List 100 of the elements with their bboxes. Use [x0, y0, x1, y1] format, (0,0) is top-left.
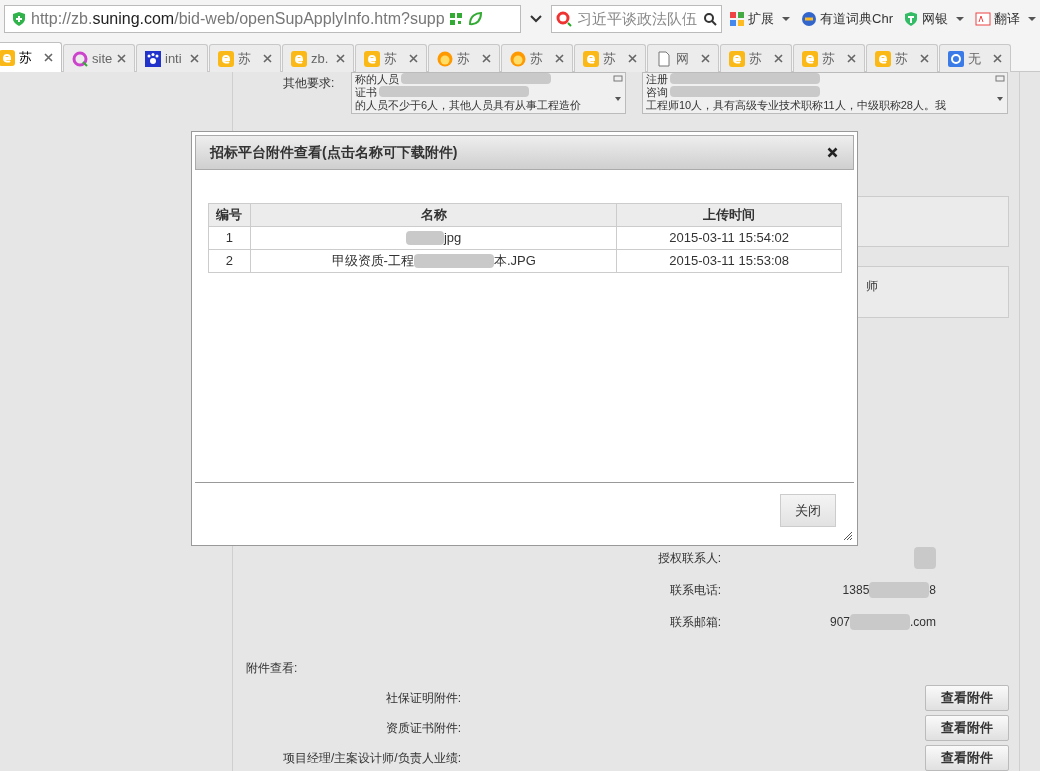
- field-label: 授权联系人:: [656, 550, 721, 567]
- browser-tab[interactable]: 苏: [428, 44, 500, 72]
- leaf-icon: [466, 11, 483, 27]
- close-icon: [190, 54, 199, 63]
- close-button[interactable]: [827, 146, 839, 159]
- search-field[interactable]: 习近平谈政法队伍: [550, 5, 723, 33]
- browser-tab[interactable]: 网: [647, 44, 719, 72]
- toolbar-button[interactable]: 扩展: [726, 5, 795, 33]
- blurred-patch: [850, 614, 910, 630]
- browser-tab[interactable]: 苏: [574, 44, 646, 72]
- browser-tab[interactable]: site: [63, 44, 135, 72]
- browser-e-icon: [364, 50, 380, 67]
- section-title: 附件查看:: [246, 660, 299, 677]
- search-engine-icon: [555, 11, 574, 27]
- close-icon: [628, 54, 637, 63]
- tab-label: 苏: [749, 49, 763, 68]
- browser-tab[interactable]: 苏: [501, 44, 573, 72]
- close-icon: [827, 147, 838, 158]
- file-name-link[interactable]: 甲级资质-工程: [331, 251, 414, 271]
- field-value: .com: [910, 614, 936, 631]
- resize-grip-icon: [843, 531, 853, 541]
- close-icon: [920, 54, 929, 63]
- table-cell: 2015-03-11 15:53:08: [616, 249, 842, 273]
- field-label: 社保证明附件:: [384, 690, 461, 707]
- toolbar-button[interactable]: 有道词典Chr: [798, 5, 896, 33]
- tab-label: 苏: [603, 49, 617, 68]
- view-attachment-button[interactable]: 查看附件: [925, 745, 1009, 771]
- field-value: 8: [929, 582, 936, 599]
- tab-label: 苏: [457, 49, 471, 68]
- browser-tab[interactable]: 苏: [793, 44, 865, 72]
- browser-tab[interactable]: zb.: [282, 44, 354, 72]
- q-logo-icon: [72, 50, 88, 67]
- text-area[interactable]: 注册 咨询 工程师10人，具有高级专业技术职称11人，中级职称28人。我: [642, 72, 1008, 114]
- column-header: 名称: [250, 203, 617, 227]
- table-cell: 1: [208, 226, 251, 250]
- search-icon: [703, 12, 718, 26]
- tab-label: inti: [165, 49, 183, 68]
- file-name-link[interactable]: 本.JPG: [493, 251, 536, 271]
- browser-tab[interactable]: inti: [136, 44, 208, 72]
- browser-tab[interactable]: 苏: [866, 44, 938, 72]
- toolbar-button[interactable]: 网银: [900, 5, 968, 33]
- close-icon: [482, 54, 491, 63]
- qr-code-icon: [448, 12, 463, 26]
- dialog-title: 招标平台附件查看(点击名称可下载附件): [210, 143, 458, 162]
- browser-e-icon: [0, 49, 15, 66]
- text-line: 咨询: [646, 86, 668, 99]
- close-icon: [263, 54, 272, 63]
- field-label: 联系邮箱:: [668, 614, 721, 631]
- browser-e-icon: [291, 50, 307, 67]
- url-text: http://zb.suning.com/bid-web/openSupApplyInfo.htm?supp: [31, 9, 445, 29]
- blurred-patch: [405, 231, 444, 245]
- shield-icon: [11, 11, 27, 27]
- close-icon: [774, 54, 783, 63]
- tab-label: 苏: [238, 49, 252, 68]
- text-line: 工程师10人，具有高级专业技术职称11人，中级职称28人。我: [646, 99, 946, 112]
- grid-icon: [729, 11, 746, 27]
- view-attachment-button[interactable]: 查看附件: [925, 715, 1009, 741]
- file-name-link[interactable]: jpg: [443, 228, 462, 248]
- field-label: 联系电话:: [668, 582, 721, 599]
- close-icon: [409, 54, 418, 63]
- tab-label: 苏: [530, 49, 544, 68]
- page-icon: [656, 50, 672, 67]
- toolbar-button[interactable]: 翻译: [972, 5, 1040, 33]
- browser-e-icon: [218, 50, 234, 67]
- tab-label: site: [92, 49, 113, 68]
- column-header: 编号: [208, 203, 251, 227]
- close-icon: [847, 54, 856, 63]
- close-icon: [701, 54, 710, 63]
- browser-e-icon: [583, 50, 599, 67]
- paw-icon: [145, 50, 161, 67]
- tab-label: 苏: [822, 49, 836, 68]
- tab-label: zb.: [311, 49, 330, 68]
- tab-label: 苏: [384, 49, 398, 68]
- text-line: 注册: [646, 73, 668, 86]
- field-value: 907: [829, 614, 850, 631]
- table-cell: 2015-03-11 15:54:02: [616, 226, 842, 250]
- shield-icon: [903, 11, 919, 27]
- text-area[interactable]: 称的人员 证书 的人员不少于6人，其他人员具有从事工程造价: [351, 72, 626, 114]
- close-icon: [117, 54, 126, 63]
- blurred-patch: [914, 547, 936, 569]
- browser-tab[interactable]: 苏: [209, 44, 281, 72]
- browser-tab[interactable]: 苏: [720, 44, 792, 72]
- browser-e-icon: [802, 50, 818, 67]
- browser-tab[interactable]: 苏: [0, 42, 62, 72]
- chevron-down-icon: [530, 15, 543, 23]
- field-label: 项目经理/主案设计师/负责人业绩:: [282, 750, 461, 767]
- close-icon: [336, 54, 345, 63]
- text-line: 证书: [355, 86, 377, 99]
- panel-text: 师: [866, 279, 878, 293]
- tab-label: 无: [968, 49, 982, 68]
- address-bar[interactable]: http://zb.suning.com/bid-web/openSupApplyInfo.htm?supp: [4, 5, 522, 33]
- tab-label: 苏: [895, 49, 909, 68]
- browser-tab[interactable]: 苏: [355, 44, 427, 72]
- text-line: 称的人员: [355, 73, 399, 86]
- view-attachment-button[interactable]: 查看附件: [925, 685, 1009, 711]
- browser-tab[interactable]: 无: [939, 44, 1011, 72]
- browser-e-icon: [875, 50, 891, 67]
- search-text: 习近平谈政法队伍: [576, 8, 698, 29]
- field-label: 其他要求:: [283, 75, 336, 92]
- close-dialog-button[interactable]: 关闭: [780, 494, 836, 527]
